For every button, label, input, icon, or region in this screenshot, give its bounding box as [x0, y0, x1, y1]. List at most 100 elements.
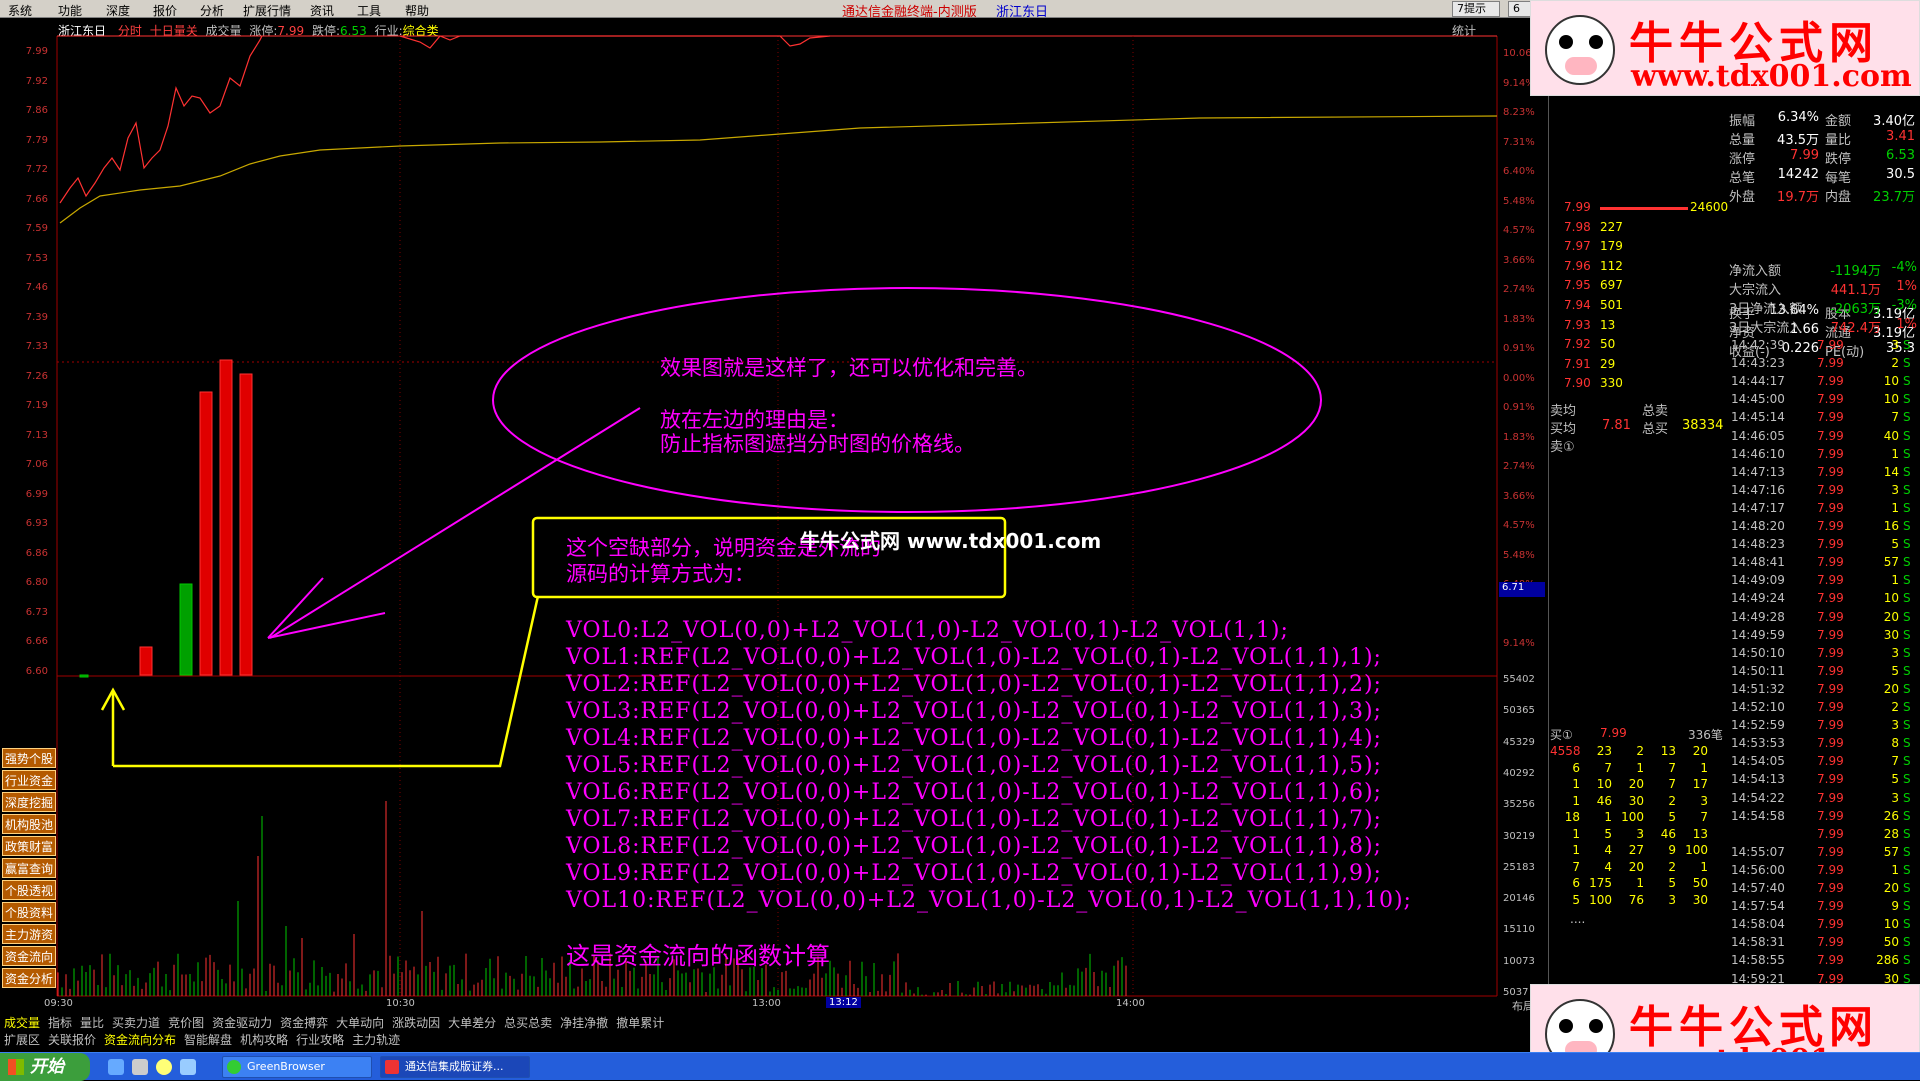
indicator-tab[interactable]: 涨跌动因 [392, 1016, 440, 1030]
tick-dir: S [1903, 627, 1911, 642]
queue-cell: 1 [1604, 810, 1612, 824]
tick-price: 7.99 [1817, 374, 1844, 389]
quote-value: 14242 [1777, 167, 1819, 182]
tick-volume: 57 [1883, 555, 1899, 570]
tick-volume: 7 [1891, 410, 1899, 425]
sell1-label: 卖① [1550, 440, 1575, 455]
queue-cell: 27 [1628, 843, 1644, 857]
tick-dir: S [1903, 500, 1911, 515]
tick-price: 7.99 [1817, 428, 1844, 443]
quote-value: 30.5 [1886, 167, 1915, 182]
indicator-tab[interactable]: 指标 [48, 1016, 72, 1030]
extension-tab[interactable]: 扩展区 [4, 1033, 40, 1047]
quote-value: 43.5万 [1777, 133, 1819, 148]
tick-time: 14:54:05 [1731, 754, 1785, 769]
menu-function[interactable]: 功能 [58, 2, 82, 19]
tick-volume: 3 [1891, 645, 1899, 660]
buy-avg-label: 买均 [1550, 422, 1577, 437]
indicator-tab[interactable]: 撤单累计 [616, 1016, 664, 1030]
indicator-tab[interactable]: 量比 [80, 1016, 104, 1030]
indicator-tab[interactable]: 竞价图 [168, 1016, 204, 1030]
tick-dir: S [1903, 446, 1911, 461]
task-greenbrowser[interactable]: GreenBrowser [222, 1056, 372, 1078]
flow-value: 742.4万 [1830, 321, 1881, 336]
total-sell-label: 总卖 [1642, 404, 1669, 419]
indicator-tab[interactable]: 大单动向 [336, 1016, 384, 1030]
chart-area[interactable]: 浙江东日 分时 十日量关 成交量 涨停:7.99 跌停:6.53 行业:综合类 … [0, 18, 1545, 1047]
tick-time: 14:58:31 [1731, 935, 1785, 950]
queue-cell: 175 [1589, 876, 1612, 890]
formula-line: VOL1:REF(L2_VOL(0,0)+L2_VOL(1,0)-L2_VOL(… [566, 645, 1382, 670]
tick-dir: S [1903, 573, 1911, 588]
tick-price: 7.99 [1817, 410, 1844, 425]
tick-dir: S [1903, 609, 1911, 624]
extension-tab[interactable]: 主力轨迹 [352, 1033, 400, 1047]
menu-tools[interactable]: 工具 [357, 2, 381, 19]
indicator-tab[interactable]: 成交量 [4, 1016, 40, 1030]
queue-cell: 5 [1572, 892, 1580, 907]
tick-time: 14:54:13 [1731, 772, 1785, 787]
book-price: 7.99 [1564, 200, 1591, 214]
quicklaunch-icon-1[interactable] [108, 1059, 124, 1075]
tick-dir: S [1903, 645, 1911, 660]
queue-cell: 1 [1572, 826, 1580, 841]
book-price: 7.97 [1564, 239, 1591, 254]
queue-cell: 30 [1628, 793, 1644, 808]
indicator-tab[interactable]: 资金驱动力 [212, 1016, 272, 1030]
quote-value: 6.53 [1886, 148, 1915, 163]
tick-price: 7.99 [1817, 772, 1844, 787]
task-tdx[interactable]: 通达信集成版证券... [380, 1056, 530, 1078]
tick-dir: S [1903, 519, 1911, 533]
flow-value: -2063万 [1830, 302, 1881, 317]
menu-news[interactable]: 资讯 [310, 2, 334, 19]
menu-help[interactable]: 帮助 [405, 2, 429, 19]
tick-time: 14:49:28 [1731, 609, 1785, 624]
watermark-top: 牛牛公式网 www.tdx001.com [1530, 0, 1920, 96]
start-button[interactable]: 开始 [0, 1053, 90, 1081]
extension-tab[interactable]: 机构攻略 [240, 1033, 288, 1047]
indicator-tab[interactable]: 买卖力道 [112, 1016, 160, 1030]
tick-dir: S [1903, 953, 1911, 968]
tick-price: 7.99 [1817, 935, 1844, 950]
quote-key: 外盘 [1729, 190, 1756, 205]
tick-price: 7.99 [1817, 808, 1844, 823]
buy1-label: 买① [1550, 728, 1573, 742]
tick-dir: S [1903, 935, 1911, 950]
quicklaunch-icon-2[interactable] [132, 1059, 148, 1075]
tick-dir: S [1903, 899, 1911, 914]
quicklaunch-icon-4[interactable] [180, 1059, 196, 1075]
extension-tab[interactable]: 智能解盘 [184, 1033, 232, 1047]
annotation-ellipse [492, 287, 1322, 513]
flow-key: 3日大宗流入 [1729, 321, 1803, 336]
menu-analysis[interactable]: 分析 [200, 2, 224, 19]
indicator-tab[interactable]: 资金搏弈 [280, 1016, 328, 1030]
tick-dir: S [1903, 410, 1911, 425]
tick-price: 7.99 [1817, 519, 1844, 533]
menu-extended[interactable]: 扩展行情 [243, 2, 291, 19]
extension-tab[interactable]: 资金流向分布 [104, 1033, 176, 1047]
indicator-tab[interactable]: 大单差分 [448, 1016, 496, 1030]
ie-icon[interactable] [156, 1059, 172, 1075]
queue-cell: 17 [1692, 777, 1708, 791]
flow-pct: 1% [1896, 317, 1917, 332]
alert-button[interactable]: 7提示 [1452, 1, 1500, 17]
extension-tab[interactable]: 关联报价 [48, 1033, 96, 1047]
tick-volume: 28 [1883, 826, 1899, 841]
tick-time: 14:42:39 [1731, 338, 1785, 352]
flow-key: 大宗流入 [1729, 283, 1782, 298]
flow-pct: 1% [1896, 279, 1917, 294]
tick-volume: 3 [1891, 482, 1899, 497]
menu-depth[interactable]: 深度 [106, 2, 130, 19]
queue-cell: 20 [1692, 744, 1708, 758]
tick-dir: S [1903, 428, 1911, 443]
book-volume: 24600 [1690, 200, 1729, 214]
tick-price: 7.99 [1817, 464, 1844, 479]
queue-cell: 100 [1621, 810, 1644, 824]
indicator-tab[interactable]: 净挂净撤 [560, 1016, 608, 1030]
menu-quote[interactable]: 报价 [153, 2, 177, 19]
menu-system[interactable]: 系统 [8, 2, 32, 19]
tick-dir: S [1903, 338, 1911, 352]
indicator-tab[interactable]: 总买总卖 [504, 1016, 552, 1030]
extension-tab[interactable]: 行业攻略 [296, 1033, 344, 1047]
book-volume: 697 [1600, 278, 1623, 293]
